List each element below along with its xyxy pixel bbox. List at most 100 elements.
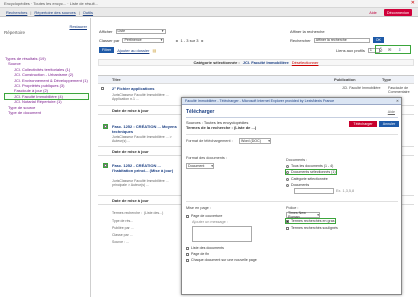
detail-line: Publiée par ...	[112, 226, 134, 230]
result-title[interactable]: Fasc. 1252 : CRÉATION ... Moyens techniq…	[112, 124, 182, 134]
chevron-down-icon: ▾	[161, 29, 164, 33]
chevron-down-icon: ▾	[160, 38, 163, 42]
col-title[interactable]: Titre	[112, 77, 334, 82]
pager-text: 1 - 3 sur 3	[180, 37, 199, 43]
filter-button[interactable]: Filtrer	[99, 47, 115, 53]
col-publication[interactable]: Publication	[334, 77, 382, 82]
result-type: Fascicule de Commentaire	[388, 86, 410, 94]
result-summary: JurisClasseur Faculté Immobilière ... Ap…	[112, 93, 169, 102]
view-label: Liens aux profils	[336, 47, 365, 53]
actions-row: Filtrer Ajouter au dossier ▤	[99, 47, 156, 53]
reset-link[interactable]: Restaurer	[69, 24, 87, 29]
tree-item-type-document[interactable]: Type de document	[5, 110, 88, 115]
radio-icon[interactable]	[286, 177, 289, 181]
new-page-option[interactable]: Chaque document sur une nouvelle page	[186, 258, 257, 262]
cover-note-label: Ajouter un message :	[192, 220, 228, 224]
classer-label: Classer par	[99, 37, 120, 43]
divider	[186, 117, 398, 118]
afficher-select[interactable]: Liste ▾	[115, 28, 166, 34]
sidebar: Restaurer Répertoire Types de résultats …	[0, 18, 91, 297]
download-dialog: Faculté Immobilière - Télécharger - Micr…	[181, 97, 402, 295]
update-date: Date de mise à jour	[112, 198, 149, 203]
tab-repertoire[interactable]: Répertoire des sources	[34, 10, 75, 15]
range-category-option[interactable]: Catégorie sélectionnée	[286, 177, 328, 181]
result-source: JCl. Faculté Immobilière	[342, 86, 381, 90]
row-checkbox[interactable]	[103, 124, 108, 129]
docs-select[interactable]: Document ▾	[186, 163, 214, 169]
add-folder-link[interactable]: Ajouter au dossier	[117, 48, 149, 53]
sidebar-title: Répertoire	[4, 30, 26, 35]
update-date: Date de mise à jour	[112, 108, 149, 113]
terms-label: Termes recherche :	[112, 211, 142, 215]
pager-prev-icon[interactable]: ◂	[175, 38, 177, 43]
radio-icon[interactable]	[286, 183, 289, 187]
dialog-summary: Sources : Toutes les encyclopédies Terme…	[186, 120, 256, 130]
download-button[interactable]: Télécharger	[349, 121, 377, 127]
sort-row: Classer par Pertinence ▾ ◂ 1 - 3 sur 3 ▸	[99, 37, 204, 43]
category-selected: JCl. Faculté Immobilière	[242, 60, 289, 65]
window-title: Encyclopédies · Toutes les encyc... · Li…	[4, 1, 98, 6]
doc-list-option[interactable]: Liste des documents	[186, 246, 224, 250]
range-all-option[interactable]: Tous les documents (1 - 4)	[286, 164, 333, 168]
logout-button[interactable]: Déconnexion	[384, 9, 412, 16]
category-label: Catégorie sélectionnée :	[193, 60, 240, 65]
bold-terms-option[interactable]: Termes recherchés en gras	[285, 218, 336, 224]
tab-outils[interactable]: Outils	[83, 10, 93, 15]
radio-icon[interactable]	[286, 170, 289, 174]
close-icon[interactable]: ✕	[411, 1, 415, 6]
checkbox-icon[interactable]	[186, 246, 189, 250]
police-label: Police :	[286, 206, 299, 210]
checkbox-icon[interactable]	[186, 258, 189, 262]
range-label: Documents :	[286, 158, 308, 162]
refine-search-input[interactable]: Affiner la recherche	[313, 37, 370, 43]
result-summary: JurisClasseur Faculté Immobilière ... pr…	[112, 179, 169, 188]
cover-page-option[interactable]: Page de couverture	[186, 214, 222, 218]
col-type[interactable]: Type	[382, 77, 391, 82]
range-documents-option[interactable]: Documents	[286, 183, 309, 187]
range-documents-input[interactable]	[294, 188, 334, 194]
folder-icon[interactable]: ▤	[152, 48, 156, 53]
row-checkbox[interactable]	[103, 163, 108, 168]
email-icon[interactable]: ✉	[388, 47, 391, 52]
help-link[interactable]: Aide	[366, 9, 380, 16]
checkbox-icon[interactable]	[286, 226, 289, 230]
result-title[interactable]: Fasc. 1252 - CRÉATION ... l'habitation p…	[112, 163, 182, 173]
checkbox-icon[interactable]	[186, 214, 189, 218]
radio-icon[interactable]	[286, 164, 289, 168]
checkbox-icon[interactable]	[286, 219, 289, 223]
tab-recherches[interactable]: Recherches	[6, 10, 27, 15]
police-select[interactable]: Times New Roman ▾	[286, 211, 320, 219]
close-icon[interactable]: ✕	[396, 99, 399, 103]
chevron-down-icon: ▾	[317, 213, 319, 217]
affiner-row: Affiner la recherche	[290, 28, 325, 34]
category-deselect-link[interactable]: Désélectionner	[292, 60, 319, 65]
print-icon[interactable]: ⎙	[379, 47, 382, 52]
download-icon[interactable]: ⇩	[398, 47, 401, 52]
sidebar-tree: Types de résultats (19) Source JCl. Coll…	[4, 56, 89, 115]
result-title[interactable]: 2° Fichier applications	[112, 86, 155, 91]
rechercher-label: Rechercher	[290, 37, 311, 43]
dialog-help-link[interactable]: Aide	[388, 110, 395, 114]
pager-next-icon[interactable]: ▸	[201, 38, 203, 43]
cover-note-textarea[interactable]	[192, 226, 252, 242]
detail-line: Type de rés...	[112, 219, 134, 223]
cancel-button[interactable]: Annuler	[379, 121, 399, 127]
format-select[interactable]: Word (DOC) ▾	[239, 138, 271, 144]
end-page-option[interactable]: Page de fin	[186, 252, 209, 256]
classer-select[interactable]: Pertinence ▾	[122, 37, 165, 43]
result-summary: JurisClasseur Faculté Immobilière ... > …	[112, 135, 172, 144]
underline-terms-option[interactable]: Termes recherchés soulignés	[286, 226, 338, 230]
layout-label: Mise en page :	[186, 206, 211, 210]
search-go-button[interactable]: OK	[372, 37, 384, 43]
range-selected-option[interactable]: Documents sélectionnés (1)	[285, 169, 337, 175]
download-tools-highlight: ⎙ ✉ ⇩	[375, 45, 411, 54]
view-row: Liens aux profils 1	[336, 47, 380, 53]
search-row: Rechercher Affiner la recherche OK	[290, 37, 384, 43]
checkbox-icon[interactable]	[186, 252, 189, 256]
display-row: Afficher Liste ▾	[99, 28, 166, 34]
row-checkbox[interactable]	[101, 87, 104, 90]
nav-separator: |	[78, 9, 80, 15]
docs-label: Format des documents :	[186, 156, 227, 160]
update-date: Date de mise à jour	[112, 149, 149, 154]
window-titlebar: Encyclopédies · Toutes les encyc... · Li…	[0, 0, 418, 8]
